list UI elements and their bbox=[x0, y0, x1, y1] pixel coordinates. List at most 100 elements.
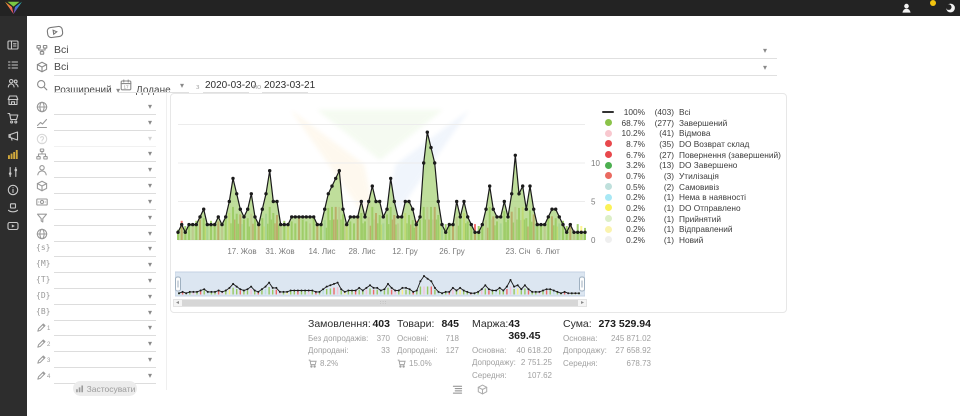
underline bbox=[54, 146, 156, 147]
sidebar-item-orders[interactable] bbox=[7, 59, 21, 73]
filter-custom-b-dropdown[interactable]: {B} ▾ bbox=[34, 307, 160, 322]
filter-region-dropdown[interactable]: ▾ bbox=[34, 101, 160, 116]
legend-label: Відмова bbox=[679, 128, 710, 138]
sidebar-item-analytics[interactable] bbox=[7, 148, 21, 162]
legend-label: Всі bbox=[679, 107, 691, 117]
legend-percent: 10.2% bbox=[616, 128, 645, 138]
braces-icon: {M} bbox=[36, 259, 48, 271]
list-view-icon[interactable] bbox=[452, 384, 463, 395]
theme-moon-icon[interactable] bbox=[945, 2, 957, 14]
legend-row[interactable]: 0.2% (1) Прийнятий bbox=[605, 214, 785, 224]
filter-custom-m-dropdown[interactable]: {M} ▾ bbox=[34, 259, 160, 274]
web-icon bbox=[36, 228, 48, 240]
navigator-left-handle bbox=[176, 277, 181, 291]
filter-help-dropdown[interactable]: ▾ bbox=[34, 133, 160, 148]
legend-row[interactable]: 0.7% (3) Утилізація bbox=[605, 171, 785, 181]
legend-label: Утилізація bbox=[679, 171, 719, 181]
chevron-down-icon: ▾ bbox=[148, 182, 152, 190]
braces-icon: {T} bbox=[36, 275, 48, 287]
legend-row[interactable]: 10.2% (41) Відмова bbox=[605, 128, 785, 138]
date-to-input[interactable]: 2023-03-21 bbox=[264, 80, 315, 91]
stat-label: Сума: bbox=[563, 318, 592, 330]
sidebar-item-info[interactable] bbox=[7, 184, 21, 198]
chart-navigator[interactable] bbox=[175, 271, 585, 298]
date-from-input[interactable]: 2020-03-20 bbox=[205, 80, 256, 91]
filter-custom-field-2-dropdown[interactable]: 2 ▾ bbox=[34, 338, 160, 353]
stat-subrow: Середня: 107.62 bbox=[472, 371, 552, 380]
stat-subrow: 8.2% bbox=[308, 359, 390, 368]
filter-website-dropdown[interactable]: ▾ bbox=[34, 228, 160, 243]
filter-product-dropdown[interactable]: ▾ bbox=[34, 180, 160, 195]
sidebar-item-marketing[interactable] bbox=[7, 130, 21, 144]
legend-color-dot bbox=[605, 204, 612, 211]
scroll-left-icon[interactable]: ◂ bbox=[176, 300, 179, 307]
filter-custom-field-3-dropdown[interactable]: 3 ▾ bbox=[34, 354, 160, 369]
stat-sub-label: Основні: bbox=[397, 334, 429, 343]
legend-row[interactable]: 6.7% (27) Повернення (завершений) bbox=[605, 150, 785, 160]
braces-icon: {B} bbox=[36, 307, 48, 319]
money-icon bbox=[36, 196, 48, 208]
legend-color-dot bbox=[605, 194, 612, 201]
legend-row[interactable]: 68.7% (277) Завершений bbox=[605, 118, 785, 128]
legend-row[interactable]: 0.2% (1) Новий bbox=[605, 235, 785, 245]
legend-row[interactable]: 0.2% (1) Нема в наявності bbox=[605, 192, 785, 202]
legend-row[interactable]: 3.2% (13) DO Завершено bbox=[605, 160, 785, 170]
sidebar-item-settings[interactable] bbox=[7, 166, 21, 180]
sidebar-item-products[interactable] bbox=[7, 202, 21, 216]
app-window: Всі ▾ Всі ▾ Розширений ▾ 17 Додане ▾ з 2… bbox=[0, 0, 960, 416]
calendar-icon: 17 bbox=[120, 79, 132, 91]
legend-count: (41) bbox=[647, 128, 674, 138]
stat-sub-label: Допродажу: bbox=[472, 358, 516, 367]
legend-count: (1) bbox=[647, 235, 674, 245]
search-mode-dropdown[interactable]: Розширений ▾ bbox=[54, 80, 120, 98]
user-icon[interactable] bbox=[901, 2, 913, 14]
filter-structure-dropdown[interactable]: ▾ bbox=[34, 148, 160, 163]
legend-line-marker bbox=[602, 111, 614, 113]
apply-button[interactable]: Застосувати bbox=[73, 381, 137, 396]
filter-funnel-trend-dropdown[interactable]: ▾ bbox=[34, 117, 160, 132]
category-filter-dropdown[interactable]: Всі ▾ bbox=[36, 44, 777, 59]
chevron-down-icon: ▾ bbox=[148, 135, 152, 143]
stat-sub-value: 15.0% bbox=[409, 359, 432, 368]
person-icon bbox=[36, 164, 48, 176]
legend-label: Прийнятий bbox=[679, 214, 721, 224]
legend-row[interactable]: 0.2% (1) DO Отправлено bbox=[605, 203, 785, 213]
legend-count: (27) bbox=[647, 150, 674, 160]
stat-label: Маржа: bbox=[472, 318, 508, 342]
sidebar-item-customers[interactable] bbox=[7, 77, 21, 91]
sidebar-item-dashboard[interactable] bbox=[7, 39, 21, 53]
filter-custom-t-dropdown[interactable]: {T} ▾ bbox=[34, 275, 160, 290]
filter-custom-field-1-dropdown[interactable]: 1 ▾ bbox=[34, 322, 160, 337]
filter-custom-d-dropdown[interactable]: {D} ▾ bbox=[34, 291, 160, 306]
apply-button-label: Застосувати bbox=[87, 384, 136, 394]
chevron-down-icon[interactable]: ▾ bbox=[180, 82, 184, 90]
scroll-right-icon[interactable]: ▸ bbox=[581, 300, 584, 307]
svg-text:23. Січ: 23. Січ bbox=[505, 247, 530, 256]
legend-row[interactable]: 8.7% (35) DO Возврат склад bbox=[605, 139, 785, 149]
chevron-down-icon: ▾ bbox=[148, 340, 152, 348]
underline bbox=[54, 58, 777, 59]
stat-sub-value: 8.2% bbox=[320, 359, 338, 368]
legend-row[interactable]: 100% (403) Всі bbox=[605, 107, 785, 117]
legend-color-dot bbox=[605, 215, 612, 222]
legend-percent: 0.7% bbox=[616, 171, 645, 181]
product-filter-dropdown[interactable]: Всі ▾ bbox=[36, 61, 777, 76]
box-view-icon[interactable] bbox=[477, 384, 488, 395]
chevron-down-icon: ▾ bbox=[148, 277, 152, 285]
sidebar-item-store[interactable] bbox=[7, 94, 21, 108]
filter-payment-dropdown[interactable]: ▾ bbox=[34, 196, 160, 211]
legend-row[interactable]: 0.5% (2) Самовивіз bbox=[605, 182, 785, 192]
underline bbox=[54, 114, 156, 115]
sidebar-item-sales[interactable] bbox=[7, 112, 21, 126]
legend-row[interactable]: 0.2% (1) Відправлений bbox=[605, 224, 785, 234]
sidebar-item-tutorials[interactable] bbox=[7, 220, 21, 234]
legend-count: (1) bbox=[647, 203, 674, 213]
chart-scrollbar[interactable]: ◂ ▸ ::: bbox=[173, 299, 587, 307]
video-help-button[interactable] bbox=[46, 25, 64, 39]
category-tree-icon bbox=[36, 44, 48, 56]
filter-funnel-dropdown[interactable]: ▾ bbox=[34, 212, 160, 227]
legend-label: DO Отправлено bbox=[679, 203, 741, 213]
filter-custom-s-dropdown[interactable]: {s} ▾ bbox=[34, 243, 160, 258]
filter-manager-dropdown[interactable]: ▾ bbox=[34, 164, 160, 179]
brand-logo[interactable] bbox=[4, 1, 23, 15]
